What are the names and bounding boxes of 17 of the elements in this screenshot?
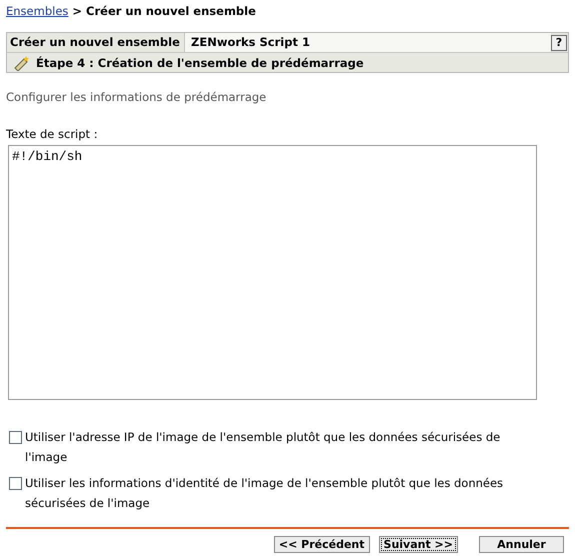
wizard-button[interactable]: << Précédent — [274, 536, 370, 553]
breadcrumb-current: Créer un nouvel ensemble — [86, 4, 256, 18]
wand-icon — [13, 54, 31, 70]
checkbox[interactable] — [9, 431, 22, 444]
option-label: Utiliser l'adresse IP de l'image de l'ensemble plutôt que les données sécurisées de l'image — [25, 429, 502, 466]
step-title: Étape 4 : Création de l'ensemble de prédémarrage — [36, 56, 364, 70]
help-button[interactable]: ? — [551, 34, 567, 50]
breadcrumb-link[interactable]: Ensembles — [6, 4, 68, 18]
option-label: Utiliser les informations d'identité de l'image de l'ensemble plutôt que les données sécurisées de l'image — [25, 475, 504, 512]
script-label: Texte de script : — [6, 127, 99, 141]
script-textarea[interactable]: #!/bin/sh — [8, 145, 537, 400]
wizard-button[interactable]: Suivant >> — [378, 536, 458, 553]
checkbox[interactable] — [9, 477, 22, 490]
bundle-name: ZENworks Script 1 — [185, 33, 551, 52]
wizard-button[interactable]: Annuler — [479, 536, 564, 553]
breadcrumb-separator: > — [72, 4, 82, 18]
page-subtitle: Configurer les informations de prédémarrage — [6, 90, 268, 104]
